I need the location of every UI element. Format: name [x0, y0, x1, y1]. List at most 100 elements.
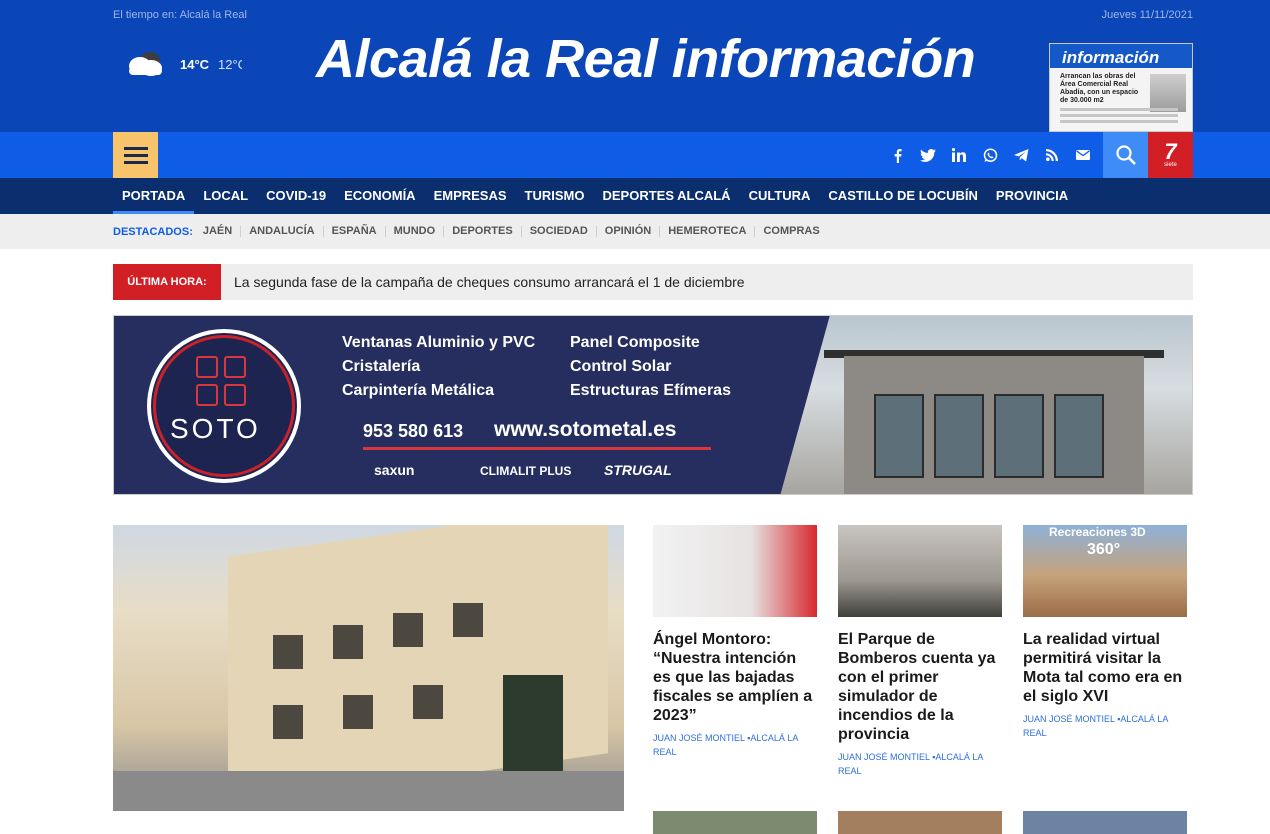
facebook-icon[interactable] — [888, 146, 906, 164]
lead-story-image[interactable] — [113, 525, 624, 811]
shop-front — [503, 675, 563, 781]
ad-divider — [363, 447, 711, 450]
ad-service: Cristalería — [342, 358, 421, 375]
news-meta: JUAN JOSÉ MONTIEL ▪ALCALÁ LA REAL — [653, 731, 817, 759]
featured-item-compras[interactable]: COMPRAS — [754, 226, 827, 237]
news-meta: JUAN JOSÉ MONTIEL ▪ALCALÁ LA REAL — [1023, 712, 1187, 740]
ad-website: www.sotometal.es — [494, 418, 677, 441]
breaking-news-tag: ÚLTIMA HORA: — [113, 264, 221, 300]
menu-toggle-button[interactable] — [113, 132, 158, 178]
ad-building-window — [934, 394, 984, 478]
featured-item-jaen[interactable]: JAÉN — [203, 226, 240, 237]
menu-item-covid[interactable]: COVID-19 — [257, 178, 335, 214]
email-icon[interactable] — [1074, 146, 1092, 164]
hamburger-icon-line — [123, 146, 148, 150]
news-author[interactable]: JUAN JOSÉ MONTIEL — [653, 733, 745, 743]
cloud-icon — [129, 52, 162, 76]
thumbnail-caption: Recreaciones 3D — [1049, 525, 1146, 539]
news-card: Recreaciones 3D 360° La realidad virtual… — [1023, 525, 1187, 740]
menu-item-turismo[interactable]: TURISMO — [516, 178, 594, 214]
news-author[interactable]: JUAN JOSÉ MONTIEL — [838, 752, 930, 762]
featured-item-sociedad[interactable]: SOCIEDAD — [520, 226, 596, 237]
ad-service: Control Solar — [570, 358, 672, 375]
featured-topics-bar: DESTACADOS: JAÉN ANDALUCÍA ESPAÑA MUNDO … — [0, 214, 1270, 249]
paper-headline: Arrancan las obras del Área Comercial Re… — [1060, 73, 1139, 104]
ad-brand-strugal: STRUGAL — [604, 462, 672, 478]
facade-window — [273, 635, 303, 669]
facade-window — [413, 685, 443, 719]
paper-masthead: información — [1050, 44, 1192, 68]
advertisement-banner[interactable]: SOTO Ventanas Aluminio y PVC Cristalería… — [113, 315, 1193, 495]
ad-service: Ventanas Aluminio y PVC — [342, 334, 536, 351]
main-menu: PORTADA LOCAL COVID-19 ECONOMÍA EMPRESAS… — [0, 178, 1270, 214]
breaking-news-bar: ÚLTIMA HORA: La segunda fase de la campa… — [113, 264, 1193, 300]
linkedin-icon[interactable] — [950, 146, 968, 164]
twitter-icon[interactable] — [919, 146, 937, 164]
temperature-min: 12°C — [218, 57, 242, 72]
siete-tv-button[interactable]: 7 siete — [1148, 132, 1193, 178]
search-icon — [1115, 145, 1136, 165]
hamburger-icon-line — [123, 160, 148, 164]
current-date: Jueves 11/11/2021 — [1101, 9, 1193, 21]
breaking-news-headline[interactable]: La segunda fase de la campaña de cheques… — [234, 274, 745, 290]
nav-bar: 7 siete — [0, 132, 1270, 178]
news-thumbnail[interactable] — [653, 811, 817, 834]
news-title[interactable]: Ángel Montoro: “Nuestra intención es que… — [653, 630, 817, 725]
news-title[interactable]: La realidad virtual permitirá visitar la… — [1023, 630, 1187, 706]
facade-window — [453, 603, 483, 637]
facade-window — [393, 613, 423, 647]
paper-photo — [1150, 74, 1186, 112]
soto-logo-text: SOTO — [170, 413, 261, 444]
ad-service: Carpintería Metálica — [342, 382, 495, 399]
facade-window — [273, 705, 303, 739]
ad-service: Estructuras Efímeras — [570, 382, 731, 399]
news-author[interactable]: JUAN JOSÉ MONTIEL — [1023, 714, 1115, 724]
featured-label: DESTACADOS: — [113, 225, 193, 238]
soto-logo-icon — [196, 356, 248, 408]
news-card: El Parque de Bomberos cuenta ya con el p… — [838, 525, 1002, 778]
news-thumbnail[interactable] — [653, 525, 817, 617]
ad-building-window — [1054, 394, 1104, 478]
search-button[interactable] — [1103, 132, 1148, 178]
ad-brand-climalit: CLIMALIT PLUS — [480, 464, 572, 478]
news-thumbnail[interactable] — [838, 811, 1002, 834]
print-edition-cover[interactable]: información Arrancan las obras del Área … — [1049, 43, 1193, 132]
site-logo[interactable]: Alcalá la Real información — [316, 28, 976, 90]
featured-item-hemeroteca[interactable]: HEMEROTECA — [659, 226, 754, 237]
news-thumbnail[interactable]: Recreaciones 3D 360° — [1023, 525, 1187, 617]
rss-icon[interactable] — [1043, 146, 1061, 164]
temperature-max: 14°C — [180, 57, 210, 72]
ad-brand-saxun: saxun — [374, 462, 415, 478]
news-thumbnail[interactable] — [1023, 811, 1187, 834]
menu-item-empresas[interactable]: EMPRESAS — [425, 178, 516, 214]
siete-logo-icon: 7 — [1164, 138, 1177, 164]
featured-item-mundo[interactable]: MUNDO — [384, 226, 444, 237]
facade-window — [343, 695, 373, 729]
menu-item-portada[interactable]: PORTADA — [113, 178, 195, 214]
street — [113, 771, 624, 811]
featured-item-deportes[interactable]: DEPORTES — [443, 226, 521, 237]
telegram-icon[interactable] — [1012, 146, 1030, 164]
whatsapp-icon[interactable] — [981, 146, 999, 164]
ad-building-window — [874, 394, 924, 478]
news-thumbnail[interactable] — [838, 525, 1002, 617]
ad-phone: 953 580 613 — [363, 421, 464, 441]
featured-item-espana[interactable]: ESPAÑA — [322, 226, 385, 237]
360-badge-icon: 360° — [1087, 541, 1121, 558]
featured-item-andalucia[interactable]: ANDALUCÍA — [240, 226, 322, 237]
siete-logo-text: siete — [1164, 161, 1177, 168]
menu-item-local[interactable]: LOCAL — [194, 178, 257, 214]
featured-item-opinion[interactable]: OPINIÓN — [595, 226, 659, 237]
menu-item-provincia[interactable]: PROVINCIA — [987, 178, 1077, 214]
menu-item-economia[interactable]: ECONOMÍA — [335, 178, 425, 214]
ad-service: Panel Composite — [570, 334, 700, 351]
menu-item-castillo-de-locubin[interactable]: CASTILLO DE LOCUBÍN — [819, 178, 987, 214]
news-title[interactable]: El Parque de Bomberos cuenta ya con el p… — [838, 630, 1002, 744]
news-meta: JUAN JOSÉ MONTIEL ▪ALCALÁ LA REAL — [838, 750, 1002, 778]
hamburger-icon-line — [123, 153, 148, 157]
menu-item-deportes-alcala[interactable]: DEPORTES ALCALÁ — [593, 178, 739, 214]
menu-item-cultura[interactable]: CULTURA — [740, 178, 820, 214]
facade-window — [333, 625, 363, 659]
weather-label: El tiempo en: Alcalá la Real — [113, 9, 247, 21]
paper-text-lines — [1060, 108, 1178, 126]
